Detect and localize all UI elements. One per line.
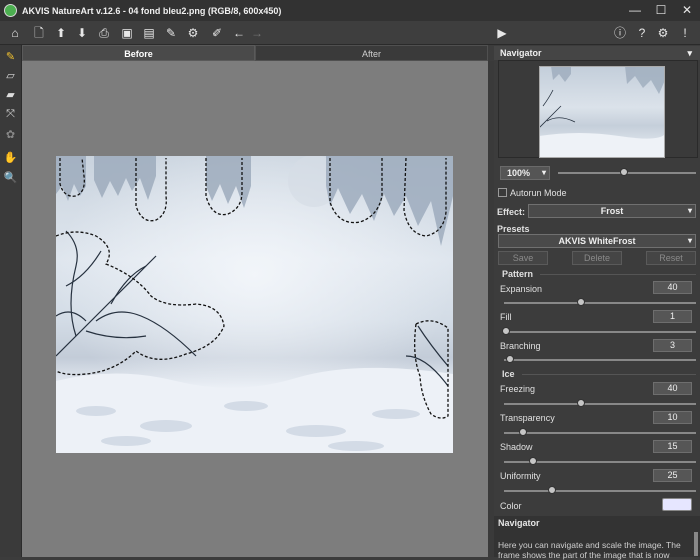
zoom-slider-handle[interactable] [620,168,628,176]
photo-artwork [56,156,453,453]
tab-after[interactable]: After [255,45,488,61]
expansion-value[interactable]: 40 [653,281,692,294]
freezing-slider-handle[interactable] [576,399,585,407]
help-scrollbar[interactable] [694,532,698,556]
presets-select[interactable]: AKVIS WhiteFrost ▾ [498,234,696,248]
presets-icon[interactable]: ✎ [162,24,180,42]
selection-brush-icon[interactable]: ✎ [2,49,19,66]
tab-before[interactable]: Before [22,45,255,61]
winter-photo[interactable] [56,156,453,453]
panel-menu-icon[interactable]: ▾ [687,46,692,60]
ice-section-title: Ice [502,369,515,379]
notifications-icon[interactable]: ! [676,24,694,42]
navigator-header: Navigator ▾ [494,46,700,60]
eraser-icon[interactable]: ▱ [2,68,19,85]
branching-value[interactable]: 3 [653,339,692,352]
chevron-down-icon: ▾ [687,206,692,215]
navigator-title: Navigator [500,48,542,58]
transparency-slider-track[interactable] [504,432,696,434]
tools-panel: ✎ ▱ ▰ ⤧ ✿ ✋ 🔍 [0,45,22,557]
shadow-value[interactable]: 15 [653,440,692,453]
fill-value[interactable]: 1 [653,310,692,323]
uniformity-slider-handle[interactable] [548,486,556,494]
pattern-section-title: Pattern [502,269,534,279]
freezing-value[interactable]: 40 [653,382,692,395]
reset-preset-button[interactable]: Reset [646,251,696,265]
preferences-icon[interactable]: ⚙ [654,24,672,42]
app-logo-icon [4,4,17,17]
shadow-label: Shadow [500,442,533,452]
hand-icon[interactable]: ✋ [2,150,19,167]
close-button[interactable]: ✕ [678,2,696,18]
expansion-label: Expansion [500,284,543,294]
autorun-checkbox[interactable] [498,188,507,197]
freezing-slider-track[interactable] [504,403,696,405]
branching-slider-track[interactable] [504,359,696,361]
fill-label: Fill [500,312,512,322]
settings-panel: Navigator ▾ 100% ▾ Autorun Mode Effect: … [494,45,700,560]
run-icon[interactable]: ▶ [493,24,511,42]
minimize-button[interactable]: — [626,2,644,18]
expansion-slider-track[interactable] [504,302,696,304]
zoom-select[interactable]: 100% ▾ [500,166,550,180]
section-divider [540,274,696,275]
home-icon[interactable]: ⌂ [6,24,24,42]
color-swatch[interactable] [662,498,692,511]
brush-tool-icon[interactable]: ✐ [208,24,226,42]
help-title: Navigator [498,518,540,528]
fill-slider-track[interactable] [504,331,696,333]
view-tabs: Before After [22,45,488,61]
effect-value: Frost [600,206,624,216]
transparency-slider-handle[interactable] [519,428,528,436]
redo-icon[interactable]: → [248,24,266,42]
zoom-value: 100% [507,168,531,178]
delete-preset-button[interactable]: Delete [572,251,622,265]
save-preset-button[interactable]: Save [498,251,548,265]
help-icon[interactable]: ? [633,24,651,42]
chevron-down-icon: ▾ [541,168,546,177]
presets-value: AKVIS WhiteFrost [558,236,636,246]
shadow-slider-handle[interactable] [528,457,537,465]
transparency-value[interactable]: 10 [653,411,692,424]
clone-icon[interactable]: ✿ [2,127,19,144]
branching-slider-handle[interactable] [505,355,514,363]
main-toolbar: ⌂ 🗋 ⬆ ⬇ ⎙ ▣ ▤ ✎ ⚙ ✐ ← → ▶ ⓘ ? ⚙ ! [0,21,700,45]
fill-slider-handle[interactable] [501,327,510,335]
crop-icon[interactable]: ⤧ [2,106,19,123]
navigator-frame[interactable] [539,66,665,158]
info-icon[interactable]: ⓘ [611,24,629,42]
undo-icon[interactable]: ← [230,24,248,42]
help-panel: Navigator Here you can navigate and scal… [494,516,700,560]
window-title: AKVIS NatureArt v.12.6 - 04 fond bleu2.p… [22,5,282,16]
uniformity-value[interactable]: 25 [653,469,692,482]
effect-label: Effect: [497,207,526,217]
zoom-icon[interactable]: 🔍 [2,170,19,187]
print-icon[interactable]: ⎙ [95,24,113,42]
navigator-preview[interactable] [498,60,698,158]
save-file-icon[interactable]: ⬇ [73,24,91,42]
freezing-label: Freezing [500,384,536,394]
settings-icon[interactable]: ⚙ [184,24,202,42]
batch-settings-icon[interactable]: ▤ [140,24,158,42]
open-file-icon[interactable]: ⬆ [52,24,70,42]
uniformity-label: Uniformity [500,471,541,481]
branching-label: Branching [500,341,541,351]
batch-icon[interactable]: ▣ [118,24,136,42]
chevron-down-icon: ▾ [687,236,692,245]
section-divider [522,374,696,375]
fill-icon[interactable]: ▰ [2,87,19,104]
effect-select[interactable]: Frost ▾ [528,204,696,218]
expansion-slider-handle[interactable] [576,298,585,306]
color-label: Color [500,501,522,511]
new-file-icon[interactable]: 🗋 [30,24,48,42]
maximize-button[interactable]: ☐ [652,2,670,18]
presets-label: Presets [497,224,530,234]
help-text: Here you can navigate and scale the imag… [498,540,681,560]
autorun-label: Autorun Mode [510,188,567,198]
title-bar: AKVIS NatureArt v.12.6 - 04 fond bleu2.p… [0,0,700,21]
uniformity-slider-track[interactable] [504,490,696,492]
transparency-label: Transparency [500,413,555,423]
